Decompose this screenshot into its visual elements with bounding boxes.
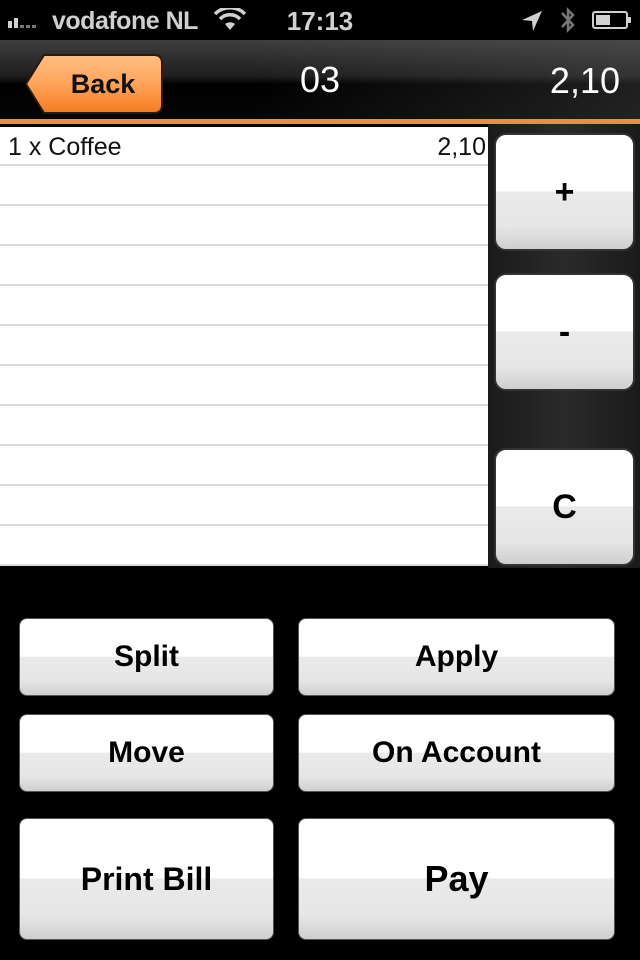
battery-icon xyxy=(592,11,631,29)
clock: 17:13 xyxy=(286,6,354,36)
order-list[interactable]: 1 x Coffee 2,10 xyxy=(0,127,488,566)
order-row[interactable] xyxy=(0,246,488,286)
order-row[interactable] xyxy=(0,166,488,206)
decrease-quantity-button[interactable]: - xyxy=(494,273,635,391)
on-account-button[interactable]: On Account xyxy=(298,714,615,792)
order-total: 2,10 xyxy=(549,60,620,101)
order-row[interactable] xyxy=(0,366,488,406)
order-row[interactable] xyxy=(0,446,488,486)
order-row[interactable] xyxy=(0,286,488,326)
split-button[interactable]: Split xyxy=(19,618,274,696)
order-row[interactable] xyxy=(0,486,488,526)
apply-button[interactable]: Apply xyxy=(298,618,615,696)
table-number: 03 xyxy=(299,59,341,100)
order-item-label: 1 x Coffee xyxy=(8,133,122,161)
order-row[interactable]: 1 x Coffee 2,10 xyxy=(0,127,488,166)
move-button[interactable]: Move xyxy=(19,714,274,792)
order-item-price: 2,10 xyxy=(437,133,486,161)
print-bill-button[interactable]: Print Bill xyxy=(19,818,274,940)
order-row[interactable] xyxy=(0,406,488,446)
pay-button[interactable]: Pay xyxy=(298,818,615,940)
order-row[interactable] xyxy=(0,326,488,366)
location-arrow-icon xyxy=(522,11,542,31)
status-bar: vodafone NL 17:13 xyxy=(0,0,640,40)
order-row[interactable] xyxy=(0,526,488,566)
order-row[interactable] xyxy=(0,206,488,246)
clear-button[interactable]: C xyxy=(494,448,635,566)
increase-quantity-button[interactable]: + xyxy=(494,133,635,251)
bluetooth-icon xyxy=(561,6,575,34)
